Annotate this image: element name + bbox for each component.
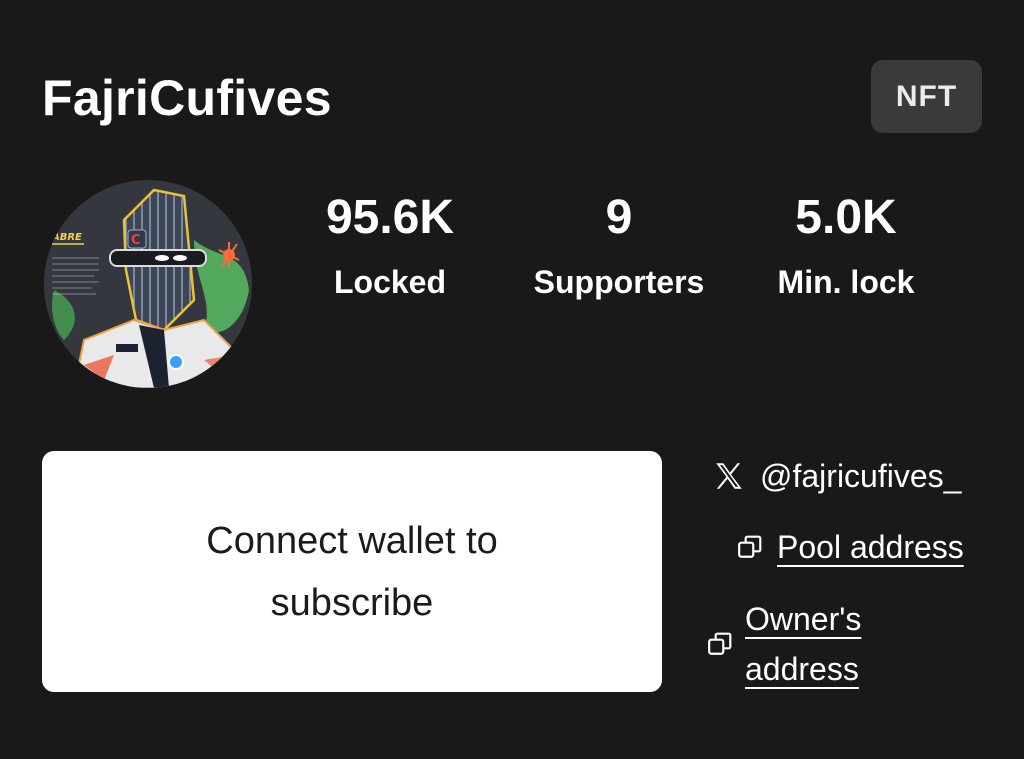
avatar-tag-text: ABRE [51, 232, 82, 243]
avatar-letter: C [131, 233, 141, 248]
connect-wallet-label: Connect wallet to subscribe [206, 519, 498, 624]
owner-address-line2: address [745, 651, 859, 687]
owner-address-label: Owner's address [745, 594, 861, 694]
nft-badge[interactable]: NFT [871, 60, 982, 133]
stat-min-lock-label: Min. lock [777, 264, 915, 300]
page-title: FajriCufives [42, 70, 332, 126]
stat-min-lock-value: 5.0K [795, 191, 897, 244]
owner-address-line1: Owner's [745, 601, 862, 637]
pool-address-link[interactable]: Pool address [737, 523, 964, 571]
twitter-handle: @fajricufives_ [760, 458, 962, 494]
copy-icon [708, 632, 732, 655]
avatar: ABRE C [44, 180, 252, 388]
twitter-link[interactable]: @fajricufives_ [712, 452, 961, 500]
stat-locked-value: 95.6K [325, 191, 455, 244]
pool-address-label: Pool address [777, 529, 964, 565]
stat-min-lock: 5.0K Min. lock [736, 188, 956, 302]
connect-wallet-button[interactable]: Connect wallet to subscribe [42, 451, 662, 692]
stat-supporters-value: 9 [605, 191, 633, 244]
avatar-artwork-icon: ABRE C [44, 180, 252, 388]
creator-profile: FajriCufives NFT ABRE C 95.6K Locked 9 S… [0, 0, 1024, 759]
x-logo-icon [716, 463, 742, 489]
stat-locked: 95.6K Locked [280, 188, 500, 302]
stat-supporters-label: Supporters [533, 264, 705, 300]
copy-icon [738, 535, 762, 558]
stat-supporters: 9 Supporters [509, 188, 729, 302]
stat-locked-label: Locked [333, 264, 447, 300]
owner-address-link[interactable]: Owner's address [707, 594, 861, 694]
